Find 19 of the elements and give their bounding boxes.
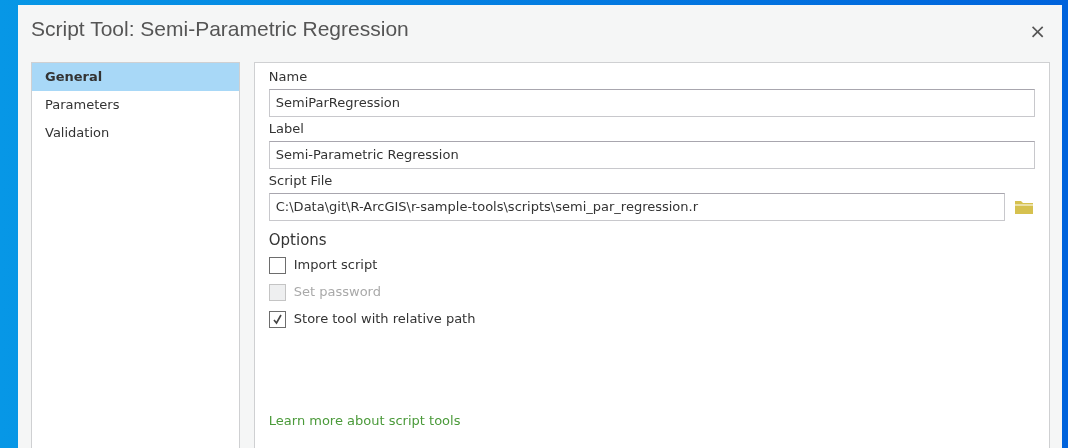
checkbox-label: Store tool with relative path <box>293 311 476 329</box>
field-label: Name <box>268 69 309 86</box>
sidebar-item[interactable]: Parameters <box>32 90 239 119</box>
checkbox[interactable] <box>268 257 286 275</box>
checkbox-label: Import script <box>293 257 378 275</box>
checkbox-label: Set password <box>293 284 381 302</box>
sidebar-item[interactable]: General <box>32 63 239 91</box>
text-field[interactable]: C:\Data\git\R-ArcGIS\r-sample-tools\scripts\semi_par_regression.r <box>268 192 1005 221</box>
text-field[interactable]: SemiParRegression <box>268 88 1035 117</box>
check-icon <box>271 314 283 326</box>
close-button[interactable]: × <box>1025 21 1050 41</box>
field-label: Label <box>268 120 305 138</box>
window-title: Script Tool: Semi-Parametric Regression <box>31 16 409 42</box>
section-heading: Options <box>268 230 328 251</box>
checkbox[interactable] <box>268 311 286 329</box>
text-field[interactable]: Semi-Parametric Regression <box>268 140 1035 169</box>
help-link[interactable]: Learn more about script tools <box>268 413 461 429</box>
field-label: Script File <box>268 172 334 190</box>
sidebar-item[interactable]: Validation <box>32 118 239 147</box>
